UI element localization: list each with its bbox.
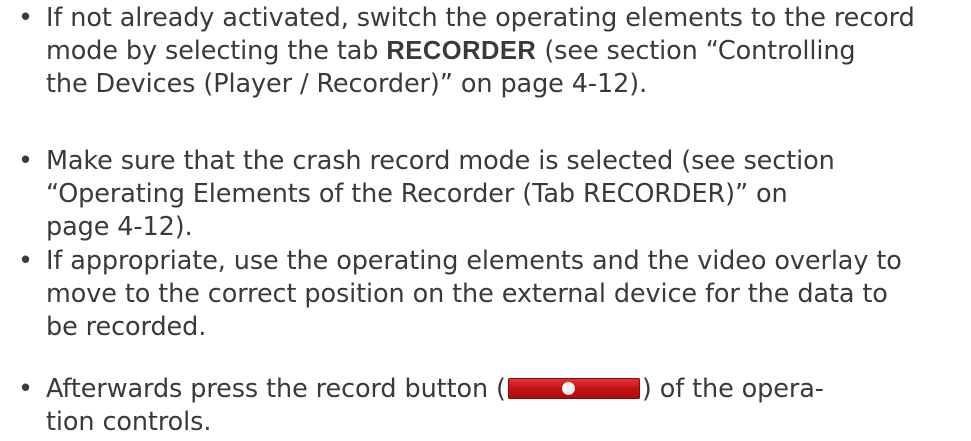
record-icon (561, 382, 575, 395)
list-item-text: If not already activated, switch the ope… (46, 2, 966, 101)
list-item: • If appropriate, use the operating elem… (18, 245, 966, 344)
text-line: mode by selecting the tab (46, 36, 387, 66)
text-line: Afterwards press the record button ( (46, 374, 506, 404)
list-item: • Make sure that the crash record mode i… (18, 145, 966, 244)
tab-name-bold: RECORDER (386, 37, 537, 65)
text-line: Make sure that the crash record mode is … (46, 146, 835, 176)
text-line: page 4-12). (46, 212, 193, 242)
text-line: (see section “Controlling (536, 36, 856, 66)
list-item-text: Make sure that the crash record mode is … (46, 145, 966, 244)
document-page: • If not already activated, switch the o… (0, 0, 971, 441)
text-line: “Operating Elements of the Recorder (Tab… (46, 179, 788, 209)
list-item-text: Afterwards press the record button ( ) of… (46, 373, 966, 439)
bullet: • (18, 246, 33, 276)
text-line: move to the correct position on the exte… (46, 279, 888, 309)
text-line: be recorded. (46, 312, 207, 342)
text-line: the Devices (Player / Recorder)” on page… (46, 69, 648, 99)
bullet: • (18, 374, 33, 404)
list-item: • Afterwards press the record button ( ) … (18, 373, 966, 439)
list-item: • If not already activated, switch the o… (18, 2, 966, 101)
bullet: • (18, 146, 33, 176)
text-line: ) of the opera- (641, 374, 824, 404)
bullet: • (18, 3, 33, 33)
text-line: If appropriate, use the operating elemen… (46, 246, 902, 276)
text-line: tion controls. (46, 407, 212, 437)
text-line: If not already activated, switch the ope… (46, 3, 915, 33)
list-item-text: If appropriate, use the operating elemen… (46, 245, 966, 344)
record-button[interactable] (507, 378, 640, 399)
